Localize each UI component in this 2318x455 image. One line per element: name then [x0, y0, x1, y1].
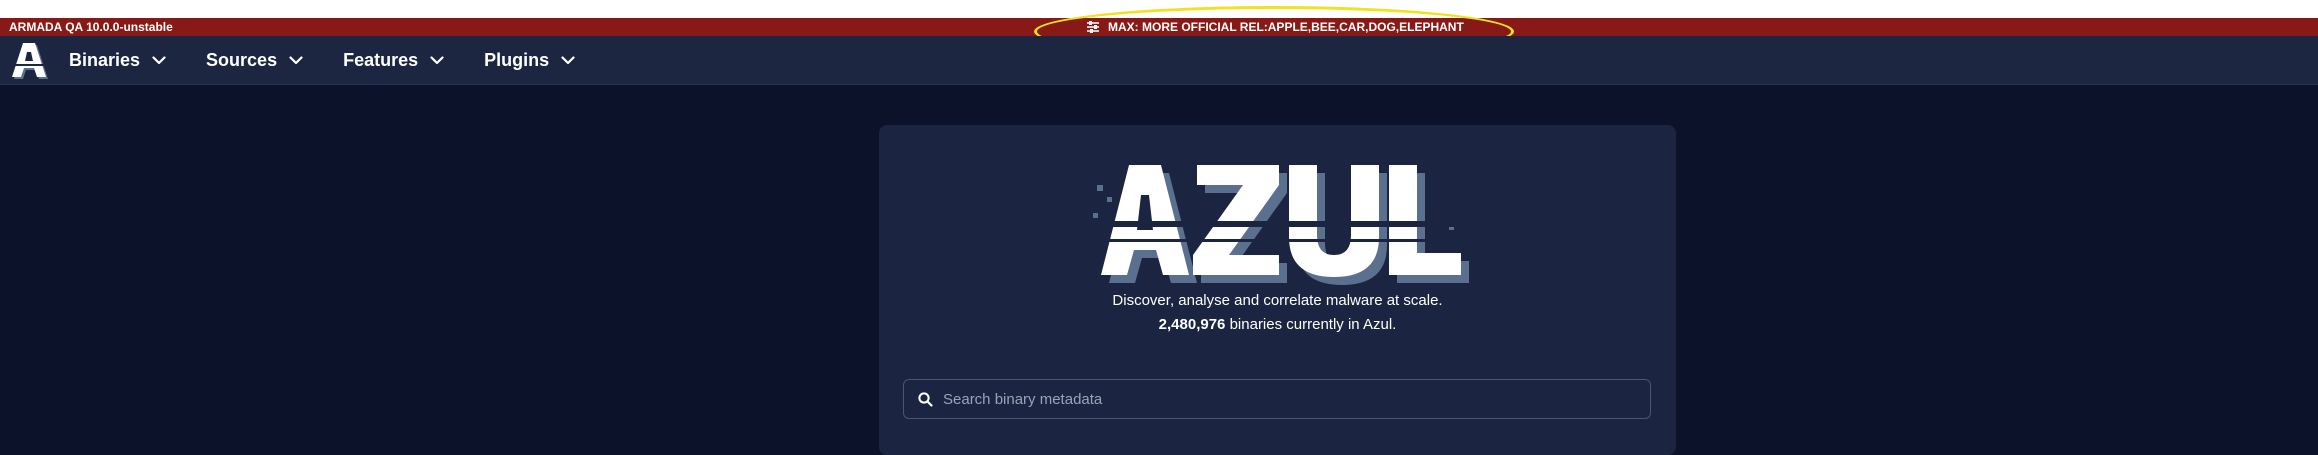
environment-label: ARMADA QA 10.0.0-unstable [9, 20, 173, 34]
nav-sources-label: Sources [206, 49, 278, 70]
search-icon [918, 391, 933, 407]
search-input[interactable] [943, 381, 1650, 417]
nav-features[interactable]: Features [343, 50, 444, 71]
classification-text: MAX: MORE OFFICIAL REL:APPLE,BEE,CAR,DOG… [1108, 20, 1464, 34]
binary-count: 2,480,976 [1158, 316, 1226, 333]
nav-features-label: Features [343, 49, 419, 70]
tagline: Discover, analyse and correlate malware … [1112, 292, 1443, 309]
top-strip [0, 0, 2318, 18]
classification-banner: ARMADA QA 10.0.0-unstable MAX: MORE OFFI… [0, 18, 2318, 36]
top-navbar: Binaries Sources Features Plugins [0, 36, 2318, 85]
nav-plugins-label: Plugins [484, 49, 550, 70]
nav-binaries[interactable]: Binaries [69, 50, 166, 71]
nav-binaries-label: Binaries [69, 49, 141, 70]
binary-count-line: 2,480,976 binaries currently in Azul. [879, 316, 1676, 333]
welcome-card: Discover, analyse and correlate malware … [879, 125, 1676, 455]
nav-plugins[interactable]: Plugins [484, 50, 575, 71]
search-box[interactable] [903, 379, 1651, 419]
chevron-down-icon [561, 55, 575, 65]
nav-menu: Binaries Sources Features Plugins [69, 36, 615, 84]
chevron-down-icon [152, 55, 166, 65]
classification-marking[interactable]: MAX: MORE OFFICIAL REL:APPLE,BEE,CAR,DOG… [1086, 20, 1464, 34]
azul-wordmark-logo [1089, 155, 1469, 295]
azul-logo-icon[interactable] [10, 40, 48, 80]
chevron-down-icon [430, 55, 444, 65]
binary-count-suffix: binaries currently in Azul. [1229, 316, 1397, 333]
sliders-icon [1086, 21, 1100, 33]
nav-sources[interactable]: Sources [206, 50, 303, 71]
chevron-down-icon [289, 55, 303, 65]
